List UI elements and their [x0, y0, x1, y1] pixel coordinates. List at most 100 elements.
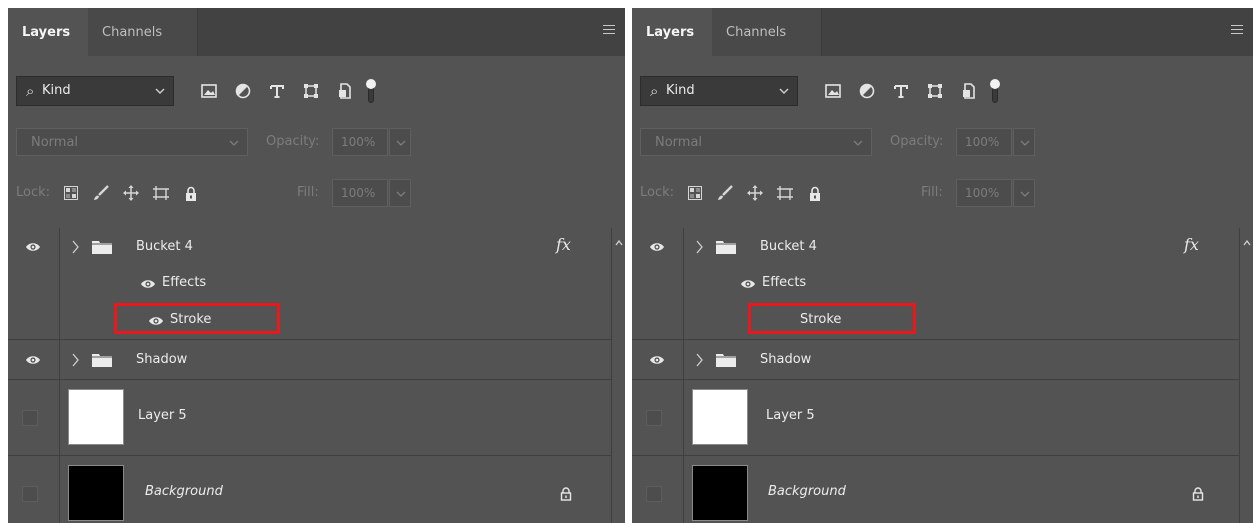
eye-icon[interactable] — [25, 354, 41, 366]
layer-row-shadow[interactable]: Shadow — [8, 340, 611, 380]
chevron-down-icon — [853, 140, 863, 146]
layer-row-layer-5[interactable]: Layer 5 — [8, 380, 611, 456]
lock-position-icon[interactable] — [116, 185, 146, 201]
layer-thumbnail[interactable] — [68, 389, 124, 445]
layer-list: Bucket 4 fx Effects Stroke Shadow Layer … — [8, 228, 625, 523]
kind-filter-dropdown[interactable]: ⌕ Kind — [640, 76, 798, 106]
visibility-toggle[interactable] — [646, 486, 662, 502]
blend-mode-row: Normal Opacity: 100% — [16, 128, 617, 156]
lock-artboard-icon[interactable] — [770, 185, 800, 201]
eye-icon[interactable] — [740, 278, 756, 290]
chevron-down-icon — [396, 140, 406, 146]
chevron-up-icon[interactable] — [615, 240, 623, 246]
opacity-dropdown-button[interactable] — [389, 128, 411, 156]
panel-menu-icon[interactable] — [603, 25, 615, 35]
lock-position-icon[interactable] — [740, 185, 770, 201]
fill-input[interactable]: 100% — [956, 179, 1012, 207]
stroke-effect-row[interactable]: Stroke — [8, 302, 611, 340]
visibility-column — [632, 266, 684, 302]
fx-icon[interactable]: fx — [556, 235, 571, 254]
layer-row-bucket-4[interactable]: Bucket 4 fx — [632, 228, 1239, 266]
fill-label: Fill: — [297, 185, 319, 200]
lock-transparent-pixels-icon[interactable] — [680, 186, 710, 200]
fx-icon[interactable]: fx — [1184, 235, 1199, 254]
tab-channels[interactable]: Channels — [88, 8, 198, 56]
fill-dropdown-button[interactable] — [1013, 179, 1035, 207]
blend-mode-value: Normal — [655, 135, 703, 150]
eye-icon[interactable] — [140, 278, 156, 290]
adjustment-filter-icon[interactable] — [226, 76, 260, 106]
type-filter-icon[interactable] — [260, 76, 294, 106]
highlight-annotation — [114, 303, 280, 334]
filter-toggle-switch[interactable] — [366, 79, 376, 103]
shape-filter-icon[interactable] — [918, 76, 952, 106]
layer-row-background[interactable]: Background — [632, 456, 1239, 523]
visibility-toggle[interactable] — [22, 410, 38, 426]
layer-list: Bucket 4 fx Effects Stroke Shadow Layer … — [632, 228, 1253, 523]
lock-image-pixels-icon[interactable] — [710, 185, 740, 201]
visibility-column — [632, 340, 684, 379]
blend-mode-value: Normal — [31, 135, 79, 150]
smart-object-filter-icon[interactable] — [328, 76, 362, 106]
type-filter-icon[interactable] — [884, 76, 918, 106]
lock-artboard-icon[interactable] — [146, 185, 176, 201]
folder-icon — [92, 241, 112, 254]
blend-mode-row: Normal Opacity: 100% — [640, 128, 1245, 156]
lock-icons — [56, 179, 206, 207]
effects-row[interactable]: Effects — [8, 266, 611, 302]
chevron-right-icon[interactable] — [72, 353, 80, 367]
visibility-column — [8, 456, 60, 523]
layers-scrollbar[interactable] — [611, 228, 625, 523]
visibility-toggle[interactable] — [22, 486, 38, 502]
chevron-right-icon[interactable] — [72, 240, 80, 254]
layer-thumbnail[interactable] — [68, 465, 124, 521]
layers-scrollbar[interactable] — [1239, 228, 1253, 523]
adjustment-filter-icon[interactable] — [850, 76, 884, 106]
blend-mode-dropdown[interactable]: Normal — [16, 128, 248, 156]
eye-icon[interactable] — [25, 241, 41, 253]
effects-label: Effects — [162, 275, 207, 290]
stroke-effect-row[interactable]: Stroke — [632, 302, 1239, 340]
layer-thumbnail[interactable] — [692, 465, 748, 521]
chevron-right-icon[interactable] — [696, 240, 704, 254]
layer-row-bucket-4[interactable]: Bucket 4 fx — [8, 228, 611, 266]
filter-row: ⌕ Kind — [16, 76, 617, 106]
opacity-dropdown-button[interactable] — [1013, 128, 1035, 156]
filter-icons — [816, 76, 1000, 106]
lock-transparent-pixels-icon[interactable] — [56, 186, 86, 200]
panel-menu-icon[interactable] — [1231, 25, 1243, 35]
opacity-input[interactable]: 100% — [956, 128, 1012, 156]
search-icon: ⌕ — [26, 82, 35, 100]
image-filter-icon[interactable] — [816, 76, 850, 106]
tab-layers[interactable]: Layers — [632, 8, 712, 56]
eye-icon[interactable] — [649, 354, 665, 366]
image-filter-icon[interactable] — [192, 76, 226, 106]
lock-image-pixels-icon[interactable] — [86, 185, 116, 201]
layer-row-background[interactable]: Background — [8, 456, 611, 523]
blend-mode-dropdown[interactable]: Normal — [640, 128, 872, 156]
fill-dropdown-button[interactable] — [389, 179, 411, 207]
eye-icon[interactable] — [649, 241, 665, 253]
chevron-up-icon[interactable] — [1243, 240, 1251, 246]
visibility-column — [632, 228, 684, 266]
fill-input[interactable]: 100% — [332, 179, 388, 207]
visibility-toggle[interactable] — [646, 410, 662, 426]
chevron-down-icon — [155, 88, 165, 94]
tab-channels[interactable]: Channels — [712, 8, 822, 56]
layer-thumbnail[interactable] — [692, 389, 748, 445]
opacity-input[interactable]: 100% — [332, 128, 388, 156]
layers-panel-left: Layers Channels ⌕ Kind Normal Opacity: 1… — [8, 8, 625, 523]
filter-toggle-switch[interactable] — [990, 79, 1000, 103]
chevron-right-icon[interactable] — [696, 353, 704, 367]
lock-all-icon[interactable] — [800, 186, 830, 201]
smart-object-filter-icon[interactable] — [952, 76, 986, 106]
highlight-annotation — [748, 303, 916, 334]
tab-layers[interactable]: Layers — [8, 8, 88, 56]
lock-all-icon[interactable] — [176, 186, 206, 201]
shape-filter-icon[interactable] — [294, 76, 328, 106]
kind-filter-dropdown[interactable]: ⌕ Kind — [16, 76, 174, 106]
effects-row[interactable]: Effects — [632, 266, 1239, 302]
layer-row-shadow[interactable]: Shadow — [632, 340, 1239, 380]
layer-row-layer-5[interactable]: Layer 5 — [632, 380, 1239, 456]
opacity-value: 100% — [965, 135, 1000, 149]
